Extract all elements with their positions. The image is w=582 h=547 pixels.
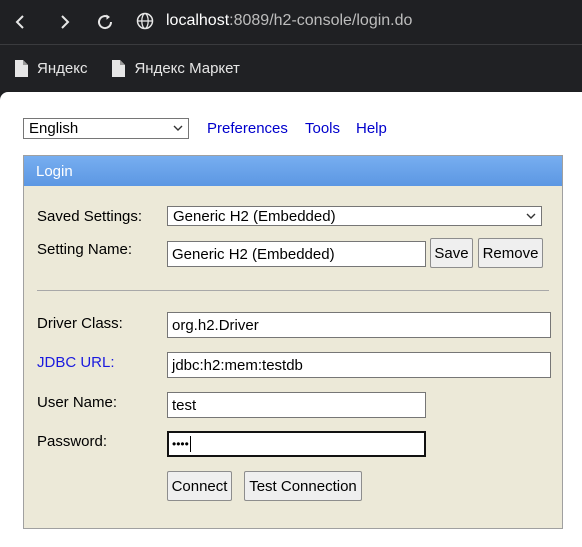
chevron-down-icon bbox=[526, 213, 536, 219]
setting-name-input[interactable]: Generic H2 (Embedded) bbox=[167, 241, 426, 267]
bookmark-yandex-market[interactable]: Яндекс Маркет bbox=[111, 59, 240, 77]
login-header: Login bbox=[24, 156, 562, 186]
page-icon bbox=[15, 59, 28, 77]
connect-button[interactable]: Connect bbox=[167, 471, 232, 501]
url-host: localhost bbox=[166, 12, 230, 29]
saved-settings-select[interactable]: Generic H2 (Embedded) bbox=[167, 206, 542, 226]
driver-class-input[interactable]: org.h2.Driver bbox=[167, 312, 551, 338]
jdbc-url-input[interactable]: jdbc:h2:mem:testdb bbox=[167, 352, 551, 378]
language-select[interactable]: English bbox=[23, 118, 189, 139]
save-button[interactable]: Save bbox=[430, 238, 473, 268]
site-info-icon[interactable] bbox=[136, 12, 154, 30]
chevron-down-icon bbox=[173, 125, 183, 131]
back-arrow-icon bbox=[15, 15, 24, 29]
language-value: English bbox=[29, 120, 79, 137]
url-path: :8089/h2-console/login.do bbox=[229, 12, 413, 29]
back-button[interactable] bbox=[6, 7, 36, 37]
user-name-label: User Name: bbox=[37, 394, 118, 411]
browser-toolbar: localhost:8089/h2-console/login.do bbox=[0, 0, 582, 44]
password-value: •••• bbox=[172, 437, 189, 451]
jdbc-url-link[interactable]: JDBC URL: bbox=[37, 354, 115, 371]
forward-arrow-icon bbox=[61, 15, 70, 29]
login-panel: Login Saved Settings: Generic H2 (Embedd… bbox=[23, 155, 563, 529]
setting-name-label: Setting Name: bbox=[37, 241, 133, 258]
bookmark-label: Яндекс Маркет bbox=[134, 59, 240, 77]
bookmark-label: Яндекс bbox=[37, 59, 88, 77]
saved-settings-label: Saved Settings: bbox=[37, 208, 143, 225]
address-bar[interactable]: localhost:8089/h2-console/login.do bbox=[136, 6, 582, 36]
tools-link[interactable]: Tools bbox=[305, 120, 340, 137]
text-caret bbox=[189, 436, 191, 452]
password-label: Password: bbox=[37, 433, 108, 450]
saved-settings-value: Generic H2 (Embedded) bbox=[173, 207, 336, 225]
test-connection-button[interactable]: Test Connection bbox=[244, 471, 362, 501]
remove-button[interactable]: Remove bbox=[478, 238, 543, 268]
driver-class-label: Driver Class: bbox=[37, 315, 123, 332]
bookmarks-bar: Яндекс Яндекс Маркет bbox=[0, 44, 582, 91]
reload-button[interactable] bbox=[90, 7, 120, 37]
password-input[interactable]: •••• bbox=[167, 431, 426, 457]
help-link[interactable]: Help bbox=[356, 120, 387, 137]
forward-button[interactable] bbox=[49, 7, 79, 37]
bookmark-yandex[interactable]: Яндекс bbox=[14, 59, 88, 77]
page-icon bbox=[112, 59, 126, 77]
user-name-input[interactable]: test bbox=[167, 392, 426, 418]
reload-icon bbox=[98, 14, 113, 30]
preferences-link[interactable]: Preferences bbox=[207, 120, 288, 137]
divider bbox=[37, 290, 549, 291]
